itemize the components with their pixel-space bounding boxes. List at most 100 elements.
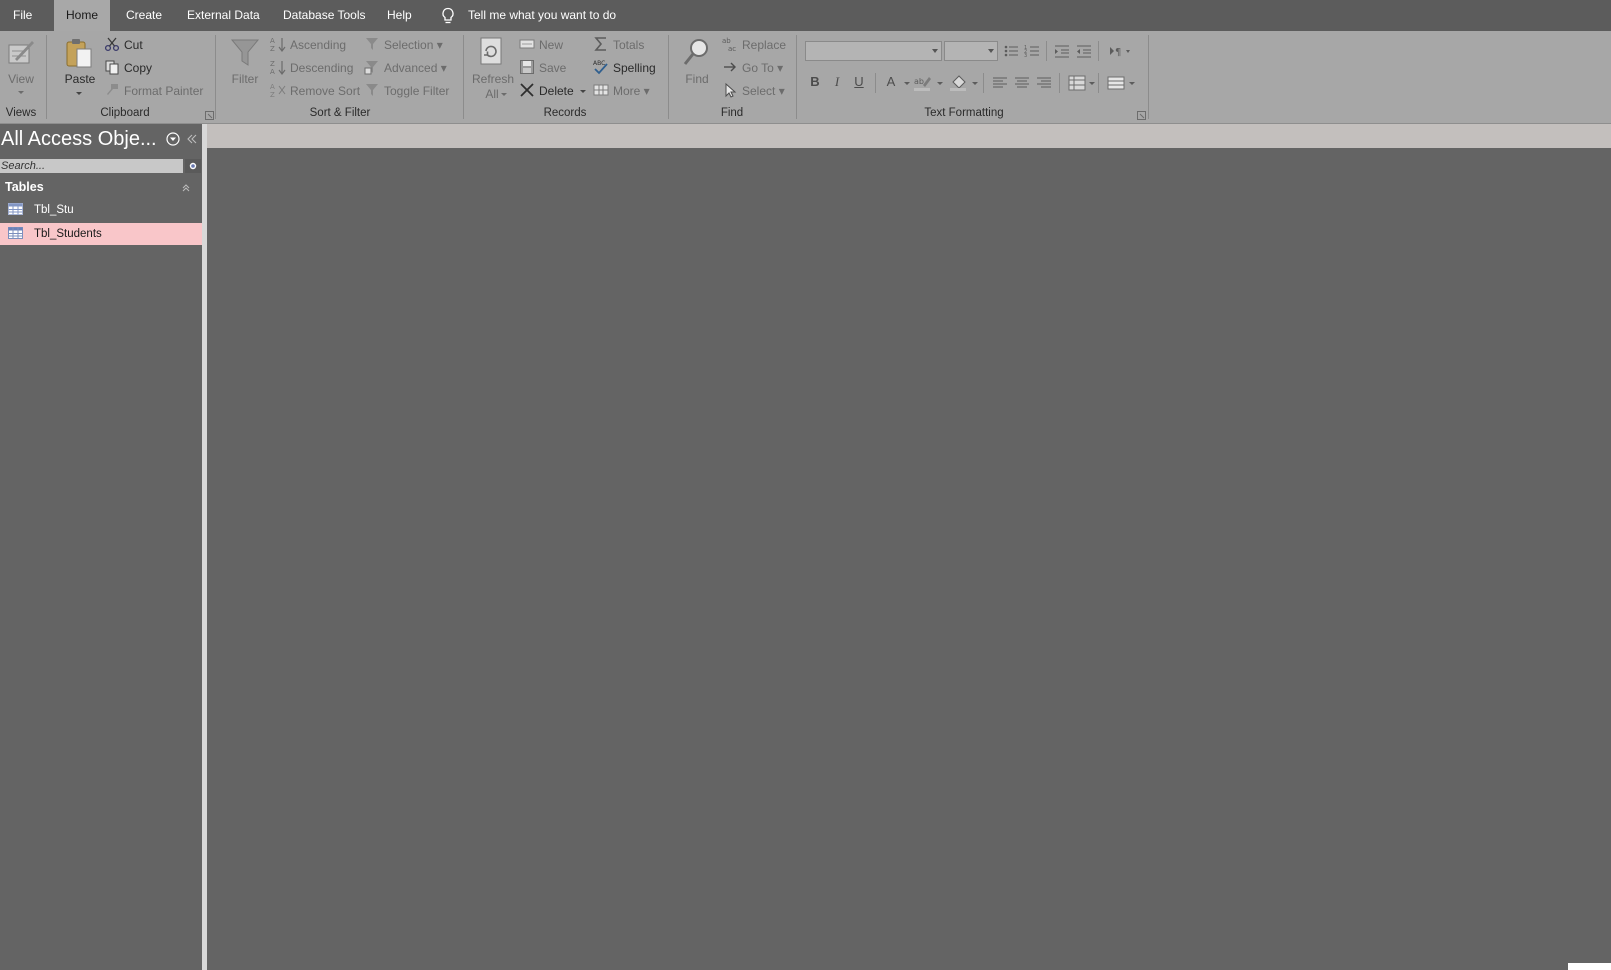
tables-section-header[interactable]: Tables [5, 180, 44, 194]
format-painter-button[interactable]: Format Painter [104, 81, 203, 101]
cut-label: Cut [124, 38, 143, 52]
descending-button[interactable]: Z A Descending [270, 58, 353, 78]
svg-text:3: 3 [1024, 53, 1027, 59]
tab-file[interactable]: File [13, 0, 32, 31]
document-tab-bar [207, 124, 1611, 148]
goto-button[interactable]: Go To ▾ [722, 58, 783, 78]
highlight-icon[interactable]: ab [914, 75, 932, 91]
ribbon: View Views Paste Cut Copy Format Painter… [0, 31, 1611, 124]
tab-external-data[interactable]: External Data [187, 0, 260, 31]
more-button[interactable]: More ▾ [593, 81, 650, 101]
ascending-label: Ascending [290, 38, 347, 52]
toolbar-divider [875, 73, 876, 93]
font-name-dropdown-arrow[interactable] [932, 49, 938, 53]
view-button[interactable]: View [8, 72, 34, 86]
tell-me-search[interactable]: Tell me what you want to do [468, 0, 616, 31]
align-right-icon[interactable] [1036, 76, 1052, 90]
paragraph-direction-icon[interactable]: ¶ [1108, 43, 1132, 59]
sigma-icon [594, 37, 606, 51]
spelling-button[interactable]: ABC Spelling [593, 58, 656, 78]
delete-record-button[interactable]: Delete [519, 81, 574, 101]
search-icon [189, 162, 197, 170]
sort-descending-icon: Z A [270, 60, 286, 75]
fill-dropdown-arrow[interactable] [972, 82, 978, 85]
table-item-tbl-stu[interactable]: Tbl_Stu [0, 199, 202, 221]
gridlines-icon[interactable] [1107, 75, 1125, 91]
select-button[interactable]: Select ▾ [722, 81, 785, 101]
highlight-dropdown-arrow[interactable] [937, 82, 943, 85]
nav-pane-title[interactable]: All Access Obje... [1, 128, 157, 151]
replace-button[interactable]: ab ac Replace [722, 35, 786, 55]
new-record-button[interactable]: New [519, 35, 563, 55]
magnifier-icon [683, 39, 708, 65]
save-record-button[interactable]: Save [519, 58, 566, 78]
shutter-bar-close-icon[interactable] [186, 134, 198, 144]
group-separator [1148, 35, 1149, 119]
tab-home[interactable]: Home [54, 0, 111, 31]
svg-text:A: A [270, 68, 275, 75]
paste-button[interactable]: Paste [63, 72, 97, 86]
nav-search-button[interactable] [185, 159, 201, 173]
nav-search-input[interactable]: Search... [0, 159, 183, 173]
decrease-indent-icon[interactable] [1076, 43, 1092, 59]
advanced-filter-icon [364, 61, 378, 75]
document-workspace [207, 148, 1611, 970]
toggle-filter-button[interactable]: Toggle Filter [364, 81, 449, 101]
font-name-combo[interactable] [805, 41, 942, 61]
table-item-tbl-students[interactable]: Tbl_Students [0, 223, 202, 245]
ascending-button[interactable]: A Z Ascending [270, 35, 346, 55]
selection-button[interactable]: Selection ▾ [364, 35, 443, 55]
bold-button[interactable]: B [808, 74, 822, 89]
font-color-button[interactable]: A [884, 74, 898, 89]
find-button[interactable]: Find [681, 72, 713, 86]
advanced-button[interactable]: Advanced ▾ [364, 58, 447, 78]
remove-sort-button[interactable]: A Z Remove Sort [270, 81, 360, 101]
increase-indent-icon[interactable] [1054, 43, 1070, 59]
dialog-launcher-icon[interactable] [1137, 111, 1146, 120]
goto-label: Go To [742, 61, 774, 75]
align-center-icon[interactable] [1014, 76, 1030, 90]
alt-row-dropdown-arrow[interactable] [1089, 82, 1095, 85]
font-size-combo[interactable] [944, 41, 998, 61]
tab-create[interactable]: Create [126, 0, 162, 31]
font-color-dropdown-arrow[interactable] [904, 82, 910, 85]
svg-text:ab: ab [722, 37, 731, 45]
tab-database-tools[interactable]: Database Tools [283, 0, 366, 31]
menu-bar: File Home Create External Data Database … [0, 0, 1611, 31]
group-separator [46, 35, 47, 119]
bullets-icon[interactable] [1003, 43, 1019, 59]
refresh-all-button[interactable]: Refresh [472, 72, 514, 86]
view-dropdown-arrow[interactable] [18, 91, 24, 94]
gridlines-dropdown-arrow[interactable] [1129, 82, 1135, 85]
refresh-dropdown-arrow[interactable] [501, 93, 507, 96]
align-left-icon[interactable] [992, 76, 1008, 90]
filter-button[interactable]: Filter [229, 72, 261, 86]
group-separator [668, 35, 669, 119]
font-size-dropdown-arrow[interactable] [988, 49, 994, 53]
cut-button[interactable]: Cut [104, 35, 143, 55]
select-label: Select [742, 84, 776, 98]
table-item-label: Tbl_Students [34, 228, 102, 240]
advanced-label: Advanced [384, 61, 438, 75]
numbering-icon[interactable]: 1 2 3 [1024, 43, 1040, 59]
dialog-launcher-icon[interactable] [205, 111, 214, 120]
underline-button[interactable]: U [852, 74, 866, 89]
filter-icon [230, 39, 260, 66]
svg-text:ab: ab [914, 77, 924, 86]
toggle-filter-icon [366, 84, 378, 96]
collapse-section-icon[interactable] [181, 183, 191, 193]
table-icon [8, 203, 23, 215]
sort-ascending-icon: A Z [270, 37, 286, 52]
delete-dropdown-arrow[interactable] [580, 90, 586, 93]
remove-sort-icon: A Z [270, 83, 286, 98]
text-formatting-group-label: Text Formatting [924, 107, 1004, 119]
italic-button[interactable]: I [830, 74, 844, 90]
fill-bucket-icon[interactable] [950, 75, 968, 91]
totals-button[interactable]: Totals [593, 35, 644, 55]
paste-dropdown-arrow[interactable] [76, 92, 82, 95]
tab-help[interactable]: Help [387, 0, 412, 31]
alternate-row-color-icon[interactable] [1068, 75, 1086, 91]
copy-button[interactable]: Copy [104, 58, 152, 78]
nav-menu-dropdown-icon[interactable] [166, 132, 180, 146]
group-separator [796, 35, 797, 119]
